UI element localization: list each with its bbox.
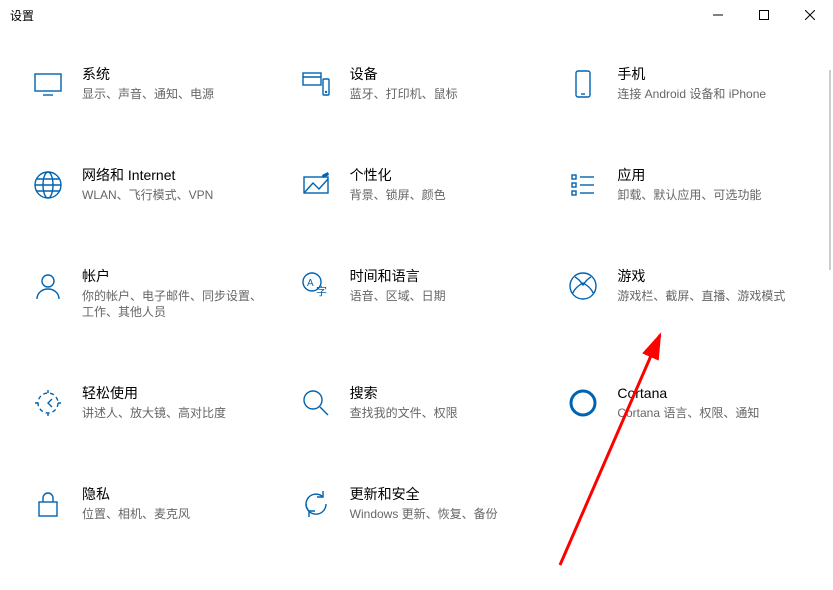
tile-update-security[interactable]: 更新和安全 Windows 更新、恢复、备份 — [288, 480, 546, 526]
apps-icon — [565, 167, 601, 203]
tile-title: 手机 — [617, 64, 766, 84]
tile-title: 轻松使用 — [82, 383, 226, 403]
tile-gaming[interactable]: 游戏游戏栏、截屏、直播、游戏模式 — [555, 262, 813, 324]
maximize-button[interactable] — [741, 0, 787, 30]
tile-personalization[interactable]: 个性化背景、锁屏、颜色 — [288, 161, 546, 207]
tile-subtitle: 你的帐户、电子邮件、同步设置、工作、其他人员 — [82, 288, 262, 320]
tile-ease-of-access[interactable]: 轻松使用讲述人、放大镜、高对比度 — [20, 379, 278, 425]
tile-subtitle: Cortana 语言、权限、通知 — [617, 405, 759, 421]
tile-title: 时间和语言 — [350, 266, 446, 286]
svg-text:字: 字 — [316, 284, 327, 298]
tile-subtitle: 游戏栏、截屏、直播、游戏模式 — [617, 288, 785, 304]
tile-title: 搜索 — [350, 383, 458, 403]
tile-search[interactable]: 搜索查找我的文件、权限 — [288, 379, 546, 425]
content-area: 系统显示、声音、通知、电源 设备蓝牙、打印机、鼠标 手机连接 Android 设… — [0, 30, 833, 590]
language-icon: A字 — [298, 268, 334, 304]
tile-privacy[interactable]: 隐私位置、相机、麦克风 — [20, 480, 278, 526]
titlebar: 设置 — [0, 0, 833, 30]
update-icon — [298, 486, 334, 522]
monitor-icon — [30, 66, 66, 102]
window-title: 设置 — [10, 7, 34, 24]
tile-system[interactable]: 系统显示、声音、通知、电源 — [20, 60, 278, 106]
close-button[interactable] — [787, 0, 833, 30]
phone-icon — [565, 66, 601, 102]
settings-window: 设置 系统显示、声音、通知、电源 设备蓝牙、打印机、鼠标 手机连接 Androi… — [0, 0, 833, 590]
tile-subtitle: 位置、相机、麦克风 — [82, 506, 190, 522]
minimize-button[interactable] — [695, 0, 741, 30]
tile-accounts[interactable]: 帐户你的帐户、电子邮件、同步设置、工作、其他人员 — [20, 262, 278, 324]
cortana-icon — [565, 385, 601, 421]
search-icon — [298, 385, 334, 421]
tile-title: 设备 — [350, 64, 458, 84]
tile-subtitle: 语音、区域、日期 — [350, 288, 446, 304]
tile-title: 网络和 Internet — [82, 165, 213, 185]
settings-grid: 系统显示、声音、通知、电源 设备蓝牙、打印机、鼠标 手机连接 Android 设… — [0, 30, 833, 546]
tile-subtitle: 背景、锁屏、颜色 — [350, 187, 446, 203]
tile-subtitle: 显示、声音、通知、电源 — [82, 86, 214, 102]
tile-subtitle: 蓝牙、打印机、鼠标 — [350, 86, 458, 102]
tile-subtitle: 讲述人、放大镜、高对比度 — [82, 405, 226, 421]
tile-apps[interactable]: 应用卸载、默认应用、可选功能 — [555, 161, 813, 207]
tile-subtitle: WLAN、飞行模式、VPN — [82, 187, 213, 203]
tile-subtitle: 连接 Android 设备和 iPhone — [617, 86, 766, 102]
paint-icon — [298, 167, 334, 203]
tile-network[interactable]: 网络和 Internet WLAN、飞行模式、VPN — [20, 161, 278, 207]
scrollbar[interactable] — [829, 70, 831, 270]
tile-title: 游戏 — [617, 266, 785, 286]
devices-icon — [298, 66, 334, 102]
accessibility-icon — [30, 385, 66, 421]
svg-text:A: A — [307, 278, 314, 289]
tile-title: 帐户 — [82, 266, 262, 286]
tile-devices[interactable]: 设备蓝牙、打印机、鼠标 — [288, 60, 546, 106]
xbox-icon — [565, 268, 601, 304]
lock-icon — [30, 486, 66, 522]
tile-title: 更新和安全 — [350, 484, 498, 504]
tile-subtitle: 查找我的文件、权限 — [350, 405, 458, 421]
tile-subtitle: 卸载、默认应用、可选功能 — [617, 187, 761, 203]
tile-title: Cortana — [617, 383, 759, 403]
tile-title: 应用 — [617, 165, 761, 185]
tile-phone[interactable]: 手机连接 Android 设备和 iPhone — [555, 60, 813, 106]
tile-title: 个性化 — [350, 165, 446, 185]
tile-title: 系统 — [82, 64, 214, 84]
tile-title: 隐私 — [82, 484, 190, 504]
tile-cortana[interactable]: Cortana Cortana 语言、权限、通知 — [555, 379, 813, 425]
tile-time-language[interactable]: A字 时间和语言语音、区域、日期 — [288, 262, 546, 324]
tile-subtitle: Windows 更新、恢复、备份 — [350, 506, 498, 522]
globe-icon — [30, 167, 66, 203]
person-icon — [30, 268, 66, 304]
window-buttons — [695, 0, 833, 30]
